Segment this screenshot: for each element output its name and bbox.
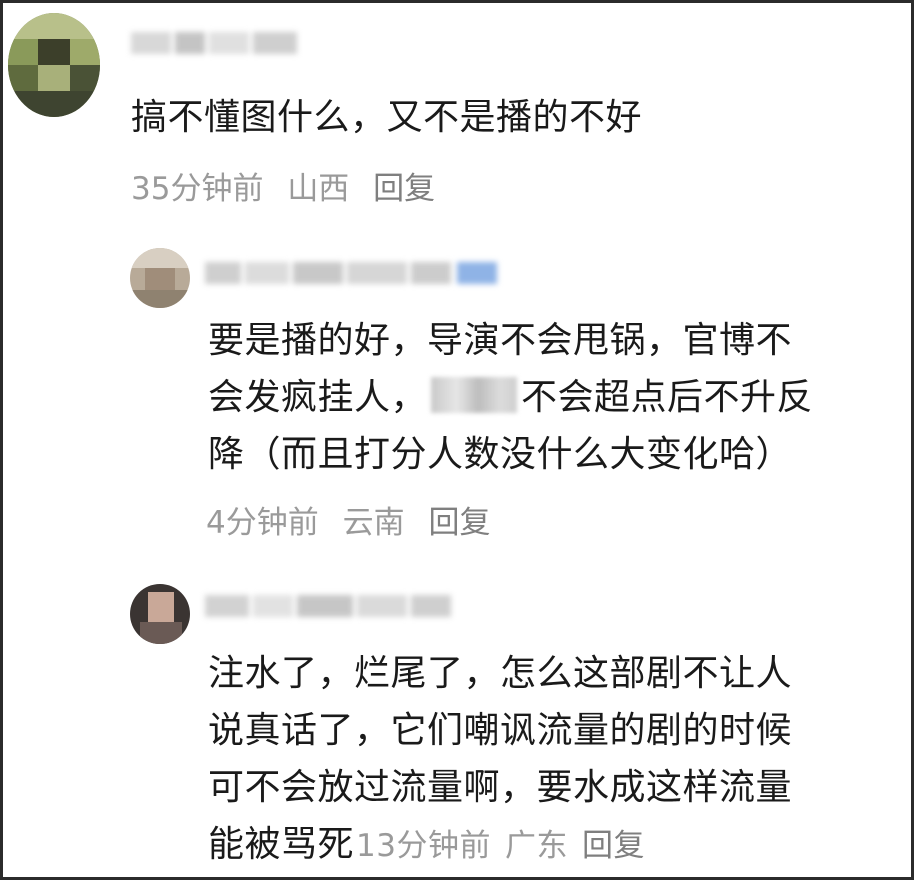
comment-time: 4分钟前 (206, 505, 319, 541)
reply-button[interactable]: 回复 (373, 171, 435, 207)
comment-line: 降（而且打分人数没什么大变化哈） (208, 434, 793, 475)
comment-line-suffix: 不会超点后不升反 (521, 377, 814, 418)
comment-line-prefix: 会发疯挂人， (208, 377, 428, 418)
comment-location: 山西 (287, 171, 350, 207)
reply-button[interactable]: 回复 (582, 828, 645, 864)
avatar[interactable] (130, 584, 190, 644)
username-blurred[interactable] (131, 28, 301, 58)
comment-line-text: 能被骂死 (208, 824, 355, 865)
comment-text: 注水了，烂尾了，怎么这部剧不让人 说真话了，它们嘲讽流量的剧的时候 可不会放过流… (208, 645, 792, 875)
comment-time: 35分钟前 (131, 171, 264, 207)
comment-location: 广东 (504, 828, 568, 864)
comment-location: 云南 (342, 505, 405, 541)
comment-line: 注水了，烂尾了，怎么这部剧不让人 (208, 653, 793, 694)
avatar[interactable] (130, 248, 190, 308)
comment-line: 可不会放过流量啊，要水成这样流量 (208, 767, 793, 808)
avatar[interactable] (8, 13, 100, 117)
comment-line: 说真话了，它们嘲讽流量的剧的时候 (208, 710, 793, 751)
comment-text: 要是播的好，导演不会甩锅，官博不 会发疯挂人， 不会超点后不升反 降（而且打分人数… (208, 312, 813, 483)
comment-meta: 4分钟前 云南 回复 (206, 497, 504, 542)
comment-meta: 13分钟前 广东 回复 (356, 828, 659, 864)
comment-line: 会发疯挂人， 不会超点后不升反 (208, 369, 813, 426)
comment-text: 搞不懂图什么，又不是播的不好 (131, 97, 643, 138)
username-blurred[interactable] (205, 258, 505, 288)
comment-meta: 35分钟前 山西 回复 (131, 163, 449, 208)
comment-screenshot-frame: 搞不懂图什么，又不是播的不好 35分钟前 山西 回复 要是播的好，导演不会甩锅，… (0, 0, 914, 880)
comment-line: 要是播的好，导演不会甩锅，官博不 (208, 320, 793, 361)
reply-button[interactable]: 回复 (428, 505, 490, 541)
username-blurred[interactable] (205, 591, 455, 621)
comment-time: 13分钟前 (356, 828, 491, 864)
comment-line: 能被骂死13分钟前 广东 回复 (208, 816, 792, 875)
redacted-name (431, 377, 518, 413)
